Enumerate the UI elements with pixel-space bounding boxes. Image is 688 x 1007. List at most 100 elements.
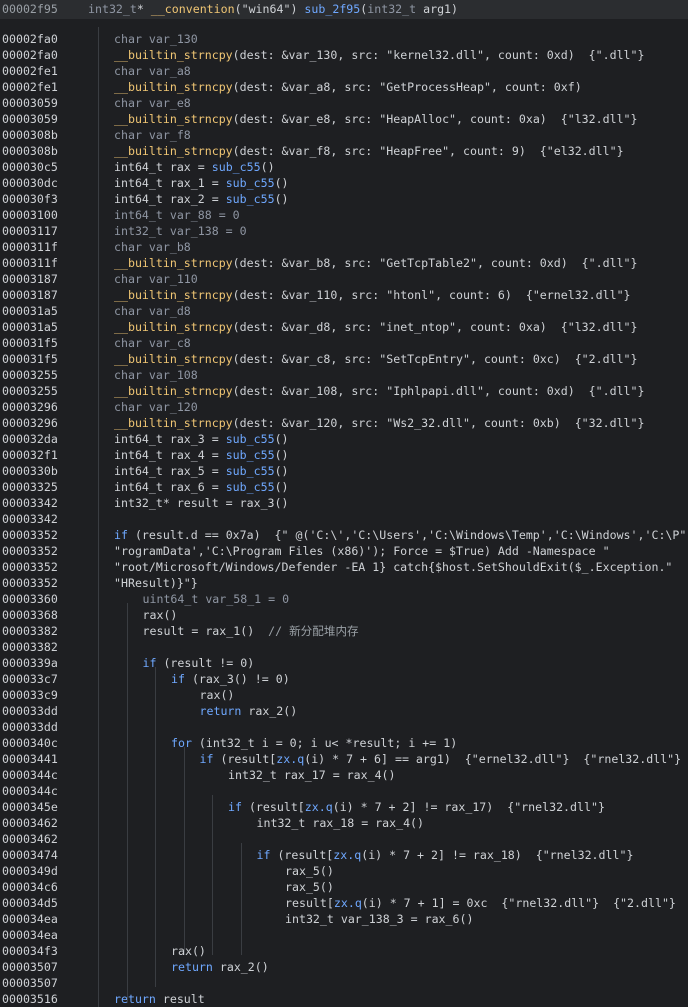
line-address[interactable]: 00003360 — [2, 591, 58, 607]
code-token[interactable]: __builtin_strncpy — [114, 320, 233, 334]
line-address[interactable]: 00003100 — [2, 207, 58, 223]
line-address[interactable]: 00003507 — [2, 959, 58, 975]
code-text[interactable]: int64_t var_88 = 0 — [114, 207, 240, 223]
code-token[interactable]: char var_108 — [114, 368, 198, 382]
line-address[interactable]: 000031f5 — [2, 335, 58, 351]
code-token[interactable]: (dest: &var_108, src: "Iphlpapi.dll", co… — [233, 384, 645, 398]
code-text[interactable]: int64_t rax_6 = sub_c55() — [114, 479, 289, 495]
line-address[interactable]: 000032f1 — [2, 447, 58, 463]
code-token[interactable]: int32_t — [367, 2, 416, 16]
code-text[interactable]: int64_t rax_1 = sub_c55() — [114, 175, 289, 191]
code-token[interactable]: __builtin_strncpy — [114, 256, 233, 270]
code-line[interactable]: 00003342 — [0, 511, 688, 527]
code-line[interactable]: 000031a5 char var_d8 — [0, 303, 688, 319]
code-text[interactable]: int64_t rax_3 = sub_c55() — [114, 431, 289, 447]
code-text[interactable]: "rogramData','C:\Program Files (x86)'); … — [114, 543, 610, 559]
code-token[interactable]: int64_t rax_1 = — [114, 176, 226, 190]
line-address[interactable]: 0000340c — [2, 735, 58, 751]
code-token[interactable]: int64_t rax = — [114, 160, 212, 174]
code-line[interactable]: 0000340c for (int32_t i = 0; i u< *result… — [0, 735, 688, 751]
line-address[interactable]: 00003117 — [2, 223, 58, 239]
code-token[interactable]: char var_b8 — [114, 240, 191, 254]
code-line[interactable]: 00003360 uint64_t var_58_1 = 0 — [0, 591, 688, 607]
code-line[interactable]: 00003100 int64_t var_88 = 0 — [0, 207, 688, 223]
code-token[interactable]: (i) * 7 + 1] = 0xc {"rnel32.dll"} {"2.dl… — [362, 896, 676, 910]
code-text[interactable]: int32_t rax_17 = rax_4() — [228, 767, 396, 783]
code-token[interactable]: int64_t rax_5 = — [114, 464, 226, 478]
code-line[interactable]: 00003187 __builtin_strncpy(dest: &var_110… — [0, 287, 688, 303]
code-line[interactable]: 00003507 return rax_2() — [0, 959, 688, 975]
line-address[interactable]: 000031f5 — [2, 351, 58, 367]
code-line[interactable]: 00003507 — [0, 975, 688, 991]
code-line[interactable]: 0000345e if (result[zx.q(i) * 7 + 2] != r… — [0, 799, 688, 815]
code-line[interactable]: 000033dd return rax_2() — [0, 703, 688, 719]
code-token[interactable]: int32_t rax_18 = rax_4() — [257, 816, 425, 830]
code-token[interactable]: "rogramData','C:\Program Files (x86)'); … — [114, 544, 610, 558]
code-text[interactable]: int32_t var_138_3 = rax_6() — [285, 911, 473, 927]
code-token[interactable]: if — [228, 800, 242, 814]
code-line[interactable]: 000030dc int64_t rax_1 = sub_c55() — [0, 175, 688, 191]
code-token[interactable]: () — [275, 448, 289, 462]
code-token[interactable]: char var_130 — [114, 32, 198, 46]
code-token[interactable]: if — [171, 672, 185, 686]
code-token[interactable]: result — [156, 992, 205, 1006]
code-text[interactable]: char var_110 — [114, 271, 198, 287]
line-address[interactable]: 000033c9 — [2, 687, 58, 703]
line-address[interactable]: 00003474 — [2, 847, 58, 863]
code-token[interactable]: ("win64") — [235, 2, 305, 16]
code-token[interactable]: __builtin_strncpy — [114, 416, 233, 430]
line-address[interactable]: 00003368 — [2, 607, 58, 623]
code-token[interactable]: int32_t var_138_3 = rax_6() — [285, 912, 473, 926]
code-text[interactable]: rax() — [171, 943, 206, 959]
code-token[interactable]: int32_t — [88, 2, 137, 16]
code-text[interactable]: if (result != 0) — [143, 655, 255, 671]
code-line[interactable]: 00003296 char var_120 — [0, 399, 688, 415]
code-text[interactable]: char var_c8 — [114, 335, 191, 351]
code-line[interactable]: 000033dd — [0, 719, 688, 735]
code-token[interactable]: (result.d == 0x7a) {" @('C:\','C:\Users'… — [128, 528, 686, 542]
code-token[interactable]: char var_110 — [114, 272, 198, 286]
code-line[interactable]: 00003382 — [0, 639, 688, 655]
code-text[interactable]: int64_t rax_2 = sub_c55() — [114, 191, 289, 207]
code-token[interactable]: (result[ — [270, 848, 333, 862]
code-text[interactable]: __builtin_strncpy(dest: &var_e8, src: "H… — [114, 111, 638, 127]
line-address[interactable]: 00003516 — [2, 991, 58, 1007]
code-text[interactable]: return result — [114, 991, 205, 1007]
code-token[interactable]: __convention — [151, 2, 235, 16]
code-token[interactable]: sub_c55 — [226, 464, 275, 478]
code-token[interactable]: zx.q — [305, 800, 333, 814]
code-token[interactable]: uint64_t var_58_1 = 0 — [143, 592, 290, 606]
code-line[interactable]: 00003117 int32_t var_138 = 0 — [0, 223, 688, 239]
code-line[interactable]: 00003474 if (result[zx.q(i) * 7 + 2] != r… — [0, 847, 688, 863]
code-token[interactable]: char var_a8 — [114, 64, 191, 78]
code-token[interactable]: __builtin_strncpy — [114, 384, 233, 398]
code-token[interactable]: (dest: &var_c8, src: "SetTcpEntry", coun… — [233, 352, 638, 366]
code-line[interactable]: 0000339a if (result != 0) — [0, 655, 688, 671]
line-address[interactable]: 000030c5 — [2, 159, 58, 175]
code-token[interactable]: if — [200, 752, 214, 766]
code-token[interactable]: sub_c55 — [226, 176, 275, 190]
line-address[interactable]: 0000330b — [2, 463, 58, 479]
line-address[interactable]: 00003462 — [2, 815, 58, 831]
code-line[interactable]: 00003352 if (result.d == 0x7a) {" @('C:\'… — [0, 527, 688, 543]
line-address[interactable]: 000034c6 — [2, 879, 58, 895]
line-address[interactable]: 00003382 — [2, 639, 58, 655]
function-signature[interactable]: int32_t* __convention("win64") sub_2f95(… — [88, 0, 458, 19]
code-token[interactable]: rax() — [200, 688, 235, 702]
code-token[interactable]: return — [114, 992, 156, 1006]
code-token[interactable]: (dest: &var_f8, src: "HeapFree", count: … — [233, 144, 624, 158]
code-token[interactable]: (dest: &var_d8, src: "inet_ntop", count:… — [233, 320, 638, 334]
code-token[interactable]: return — [200, 704, 242, 718]
code-token[interactable]: result = rax_1() — [143, 624, 269, 638]
line-address[interactable]: 000032da — [2, 431, 58, 447]
code-line[interactable]: 000032f1 int64_t rax_4 = sub_c55() — [0, 447, 688, 463]
code-text[interactable]: if (result[zx.q(i) * 7 + 2] != rax_17) {… — [228, 799, 605, 815]
code-token[interactable]: arg1) — [416, 2, 458, 16]
code-token[interactable]: sub_c55 — [226, 448, 275, 462]
line-address[interactable]: 0000308b — [2, 143, 58, 159]
code-text[interactable]: result = rax_1() // 新分配堆内存 — [143, 623, 359, 639]
line-address[interactable]: 000034d5 — [2, 895, 58, 911]
code-token[interactable]: (dest: &var_b8, src: "GetTcpTable2", cou… — [233, 256, 638, 270]
code-token[interactable]: rax() — [143, 608, 178, 622]
code-line[interactable]: 00003296 __builtin_strncpy(dest: &var_120… — [0, 415, 688, 431]
